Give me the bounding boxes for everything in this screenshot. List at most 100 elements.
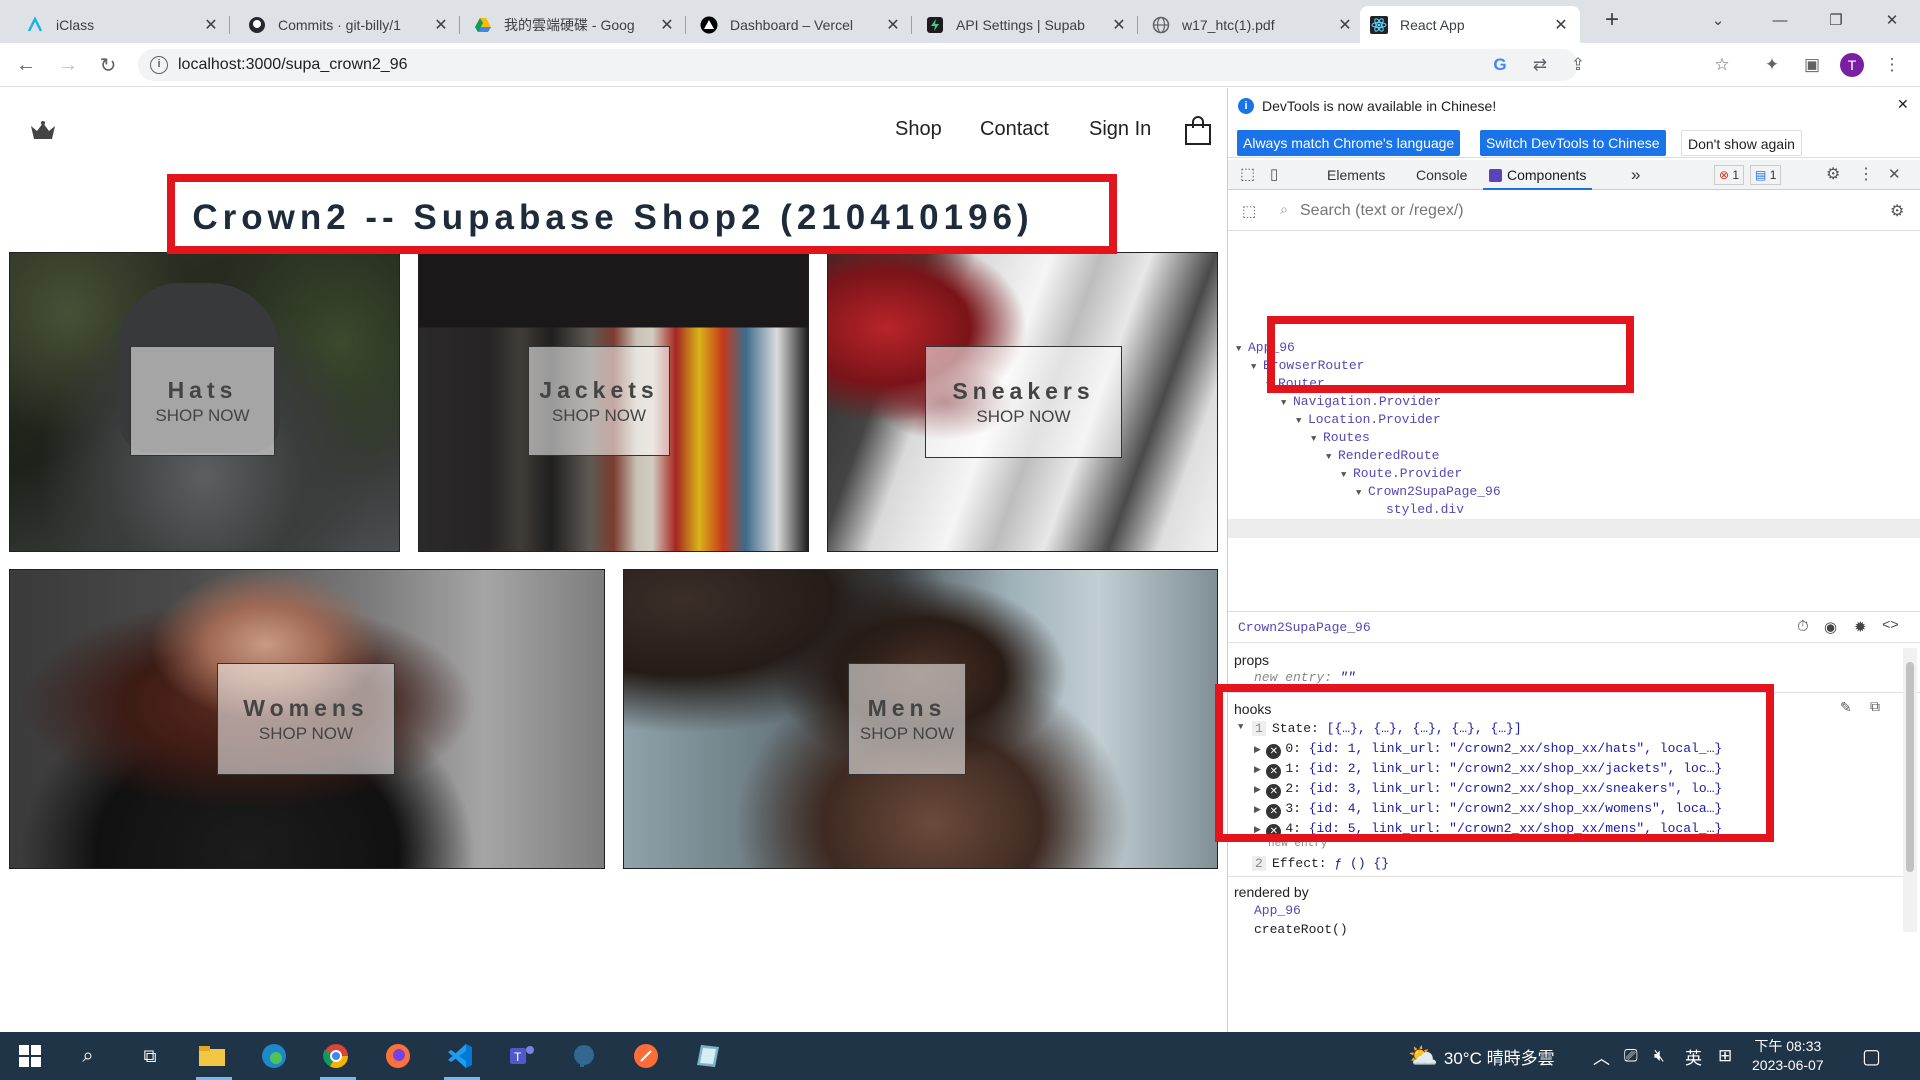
effect-hook[interactable]: Effect: ƒ () {}	[1272, 856, 1389, 871]
tab-elements[interactable]: Elements	[1327, 160, 1385, 190]
tab-react-app[interactable]: React App ✕	[1360, 6, 1580, 43]
edge-icon[interactable]	[250, 1038, 298, 1074]
props-new-entry[interactable]: new entry: ""	[1254, 670, 1355, 685]
minimize-button[interactable]: —	[1752, 0, 1808, 40]
wand-icon[interactable]: ✎	[1840, 700, 1852, 717]
vscode-icon[interactable]	[436, 1038, 484, 1074]
share-icon[interactable]: ⇪	[1566, 53, 1590, 77]
always-match-button[interactable]: Always match Chrome's language	[1237, 130, 1461, 156]
category-sneakers[interactable]: Sneakers SHOP NOW	[827, 252, 1218, 552]
kebab-menu-icon[interactable]: ⋮	[1880, 53, 1904, 77]
volume-muted-icon[interactable]: 🔇︎	[1654, 1032, 1665, 1080]
tree-node[interactable]: styled.div	[1386, 501, 1464, 519]
settings-gear-icon[interactable]: ⚙	[1890, 201, 1904, 221]
category-box[interactable]: Jackets SHOP NOW	[528, 346, 670, 456]
close-icon[interactable]: ✕	[1897, 96, 1909, 113]
tab-iclass[interactable]: iClass ✕	[16, 6, 230, 43]
tab-search-chevron-icon[interactable]: ⌄	[1690, 0, 1746, 40]
close-icon[interactable]: ✕	[1336, 15, 1354, 35]
restore-button[interactable]: ❐	[1808, 0, 1864, 40]
nav-contact[interactable]: Contact	[980, 118, 1049, 141]
tab-components[interactable]: Components	[1483, 160, 1593, 190]
close-icon[interactable]: ✕	[1110, 15, 1128, 35]
forward-arrow-icon[interactable]: →	[54, 51, 82, 79]
category-box[interactable]: Hats SHOP NOW	[130, 346, 275, 456]
clock[interactable]: 下午 08:33 2023-06-07	[1752, 1032, 1824, 1080]
reload-icon[interactable]: ↻	[94, 51, 122, 79]
ime-mode-icon[interactable]: ⊞	[1718, 1032, 1732, 1080]
close-window-button[interactable]: ✕	[1864, 0, 1920, 40]
new-tab-button[interactable]: +	[1584, 0, 1640, 40]
component-search-input[interactable]	[1300, 199, 1820, 223]
side-panel-icon[interactable]: ▣	[1800, 53, 1824, 77]
profile-avatar[interactable]: T	[1840, 53, 1864, 77]
notepad-icon[interactable]	[684, 1038, 732, 1074]
google-icon[interactable]: G	[1488, 53, 1512, 77]
tree-node[interactable]: ▼ Route.Provider	[1341, 465, 1462, 483]
settings-gear-icon[interactable]: ⚙	[1826, 160, 1840, 190]
close-icon[interactable]: ✕	[1552, 15, 1570, 35]
copy-icon[interactable]: ⧉	[1870, 700, 1880, 716]
close-icon[interactable]: ✕	[432, 15, 450, 35]
tab-console[interactable]: Console	[1416, 160, 1467, 190]
kebab-menu-icon[interactable]: ⋮	[1858, 160, 1874, 190]
device-toolbar-icon[interactable]: ▯	[1270, 160, 1278, 190]
tab-vercel[interactable]: Dashboard – Vercel ✕	[690, 6, 912, 43]
notification-center-icon[interactable]: ▢	[1862, 1032, 1881, 1080]
tree-node[interactable]: ▼ Routes	[1311, 429, 1370, 447]
address-bar[interactable]: i localhost:3000/supa_crown2_96 G ⇄ ⇪	[138, 49, 1585, 81]
close-icon[interactable]: ✕	[658, 15, 676, 35]
inspect-element-icon[interactable]: ⬚	[1240, 160, 1255, 190]
file-explorer-icon[interactable]	[188, 1038, 236, 1074]
category-box[interactable]: Womens SHOP NOW	[217, 663, 395, 775]
close-devtools-icon[interactable]: ✕	[1888, 160, 1901, 190]
tree-node[interactable]: ▼ RenderedRoute	[1326, 447, 1439, 465]
nav-shop[interactable]: Shop	[895, 118, 942, 141]
more-tabs-chevron-icon[interactable]: »	[1631, 160, 1640, 190]
dont-show-again-button[interactable]: Don't show again	[1681, 130, 1802, 156]
url-text[interactable]: localhost:3000/supa_crown2_96	[178, 56, 408, 74]
weather-widget[interactable]: ⛅ 30°C 晴時多雲	[1408, 1032, 1555, 1080]
eye-icon[interactable]: ◉	[1824, 618, 1837, 637]
category-jackets[interactable]: Jackets SHOP NOW	[418, 252, 809, 552]
category-hats[interactable]: Hats SHOP NOW	[9, 252, 400, 552]
task-view-icon[interactable]: ⧉	[126, 1038, 174, 1074]
network-icon[interactable]: ⎚	[1624, 1032, 1638, 1080]
search-icon[interactable]: ⌕	[64, 1038, 112, 1074]
switch-devtools-button[interactable]: Switch DevTools to Chinese	[1480, 130, 1666, 156]
postgresql-icon[interactable]	[560, 1038, 608, 1074]
bug-icon[interactable]: ✹	[1854, 618, 1867, 637]
firefox-icon[interactable]	[374, 1038, 422, 1074]
tree-node[interactable]: ▼ Location.Provider	[1296, 411, 1441, 429]
chrome-icon[interactable]	[312, 1038, 360, 1074]
tree-node[interactable]: ▼ Navigation.Provider	[1281, 393, 1441, 411]
error-count-badge[interactable]: ⊗ 1	[1714, 165, 1745, 185]
category-box[interactable]: Mens SHOP NOW	[848, 663, 966, 775]
select-element-icon[interactable]: ⬚	[1242, 202, 1256, 220]
inspector-scrollbar[interactable]	[1903, 648, 1917, 932]
teams-icon[interactable]: T	[498, 1038, 546, 1074]
stopwatch-icon[interactable]: ⏱	[1797, 618, 1809, 636]
tab-github[interactable]: Commits · git-billy/1 ✕	[238, 6, 460, 43]
bookmark-star-icon[interactable]: ☆	[1710, 53, 1734, 77]
close-icon[interactable]: ✕	[884, 15, 902, 35]
site-info-icon[interactable]: i	[150, 56, 168, 74]
ime-indicator[interactable]: 英	[1685, 1032, 1702, 1080]
tab-supabase[interactable]: API Settings | Supab ✕	[916, 6, 1138, 43]
close-icon[interactable]: ✕	[202, 15, 220, 35]
category-box[interactable]: Sneakers SHOP NOW	[925, 346, 1122, 458]
translate-icon[interactable]: ⇄	[1528, 53, 1552, 77]
tree-node-selected[interactable]: ▼ Crown2SupaPage_96	[1356, 483, 1501, 501]
category-mens[interactable]: Mens SHOP NOW	[623, 569, 1218, 869]
tab-google-drive[interactable]: 我的雲端硬碟 - Goog ✕	[464, 6, 686, 43]
extensions-puzzle-icon[interactable]: ✦	[1760, 53, 1784, 77]
shopping-bag-icon[interactable]	[1184, 116, 1212, 149]
tab-pdf[interactable]: w17_htc(1).pdf ✕	[1142, 6, 1364, 43]
tray-chevron-icon[interactable]: ︿	[1593, 1032, 1610, 1080]
nav-signin[interactable]: Sign In	[1089, 118, 1151, 141]
message-count-badge[interactable]: ▤ 1	[1750, 165, 1782, 185]
crown-logo-icon[interactable]	[30, 120, 56, 145]
windows-start-icon[interactable]	[6, 1038, 54, 1074]
rendered-by-item[interactable]: App_96	[1254, 903, 1301, 918]
category-womens[interactable]: Womens SHOP NOW	[9, 569, 605, 869]
